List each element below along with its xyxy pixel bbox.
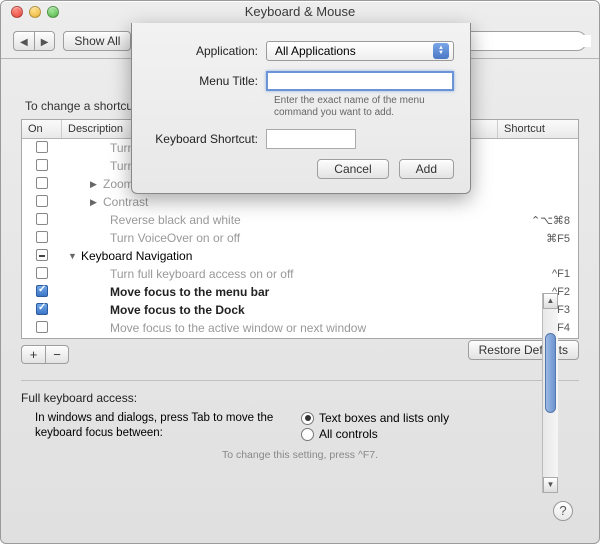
row-shortcut: ^F1 — [498, 268, 578, 280]
table-row[interactable]: Move focus to the active window or next … — [22, 319, 578, 335]
row-label: Reverse black and white — [110, 213, 241, 227]
nav-back-forward: ◀ ▶ — [13, 31, 55, 51]
fka-hint: To change this setting, press ^F7. — [21, 449, 579, 461]
traffic-lights — [11, 6, 59, 18]
table-row[interactable]: Turn full keyboard access on or off ^F1 — [22, 265, 578, 283]
forward-button[interactable]: ▶ — [34, 31, 56, 51]
help-button[interactable]: ? — [553, 501, 573, 521]
row-shortcut: ^F3 — [498, 304, 578, 316]
row-label: Move focus to the active window or next … — [110, 321, 366, 335]
row-label: Contrast — [103, 195, 148, 209]
table-row[interactable]: Move focus to the menu bar ^F2 — [22, 283, 578, 301]
table-row[interactable]: ▼Keyboard Navigation — [22, 247, 578, 265]
checkbox[interactable] — [36, 285, 48, 297]
search-field[interactable] — [457, 31, 587, 51]
checkbox[interactable] — [36, 231, 48, 243]
col-on[interactable]: On — [22, 120, 62, 138]
prefs-window: Keyboard & Mouse ◀ ▶ Show All To change … — [0, 0, 600, 544]
restore-defaults-button[interactable]: Restore Defaults — [468, 340, 579, 360]
add-button[interactable]: Add — [399, 159, 454, 179]
table-row[interactable]: Reverse black and white ⌃⌥⌘8 — [22, 211, 578, 229]
menu-title-label: Menu Title: — [148, 74, 266, 88]
titlebar: Keyboard & Mouse — [1, 1, 599, 23]
checkbox[interactable] — [36, 141, 48, 153]
row-label: Zoom — [103, 177, 134, 191]
application-popup[interactable]: All Applications ▲▼ — [266, 41, 454, 61]
radio-icon — [301, 428, 314, 441]
radio-label: Text boxes and lists only — [319, 411, 449, 425]
search-input[interactable] — [468, 35, 591, 47]
minimize-icon[interactable] — [29, 6, 41, 18]
row-label: Turn VoiceOver on or off — [110, 231, 240, 245]
close-icon[interactable] — [11, 6, 23, 18]
menu-title-hint: Enter the exact name of the menu command… — [274, 95, 454, 119]
checkbox[interactable] — [36, 321, 48, 333]
radio-label: All controls — [319, 427, 378, 441]
disclosure-icon[interactable]: ▶ — [90, 197, 100, 208]
row-shortcut: ⌃⌥⌘8 — [498, 214, 578, 227]
window-title: Keyboard & Mouse — [245, 4, 356, 19]
row-label: Move focus to the Dock — [110, 303, 245, 317]
scroll-up-icon[interactable]: ▲ — [543, 293, 558, 309]
table-row[interactable]: Move focus to the Dock ^F3 — [22, 301, 578, 319]
back-button[interactable]: ◀ — [13, 31, 34, 51]
add-shortcut-sheet: Application: All Applications ▲▼ Menu Ti… — [131, 23, 471, 194]
table-row[interactable]: Turn VoiceOver on or off ⌘F5 — [22, 229, 578, 247]
remove-button[interactable]: − — [45, 345, 69, 364]
checkbox[interactable] — [36, 303, 48, 315]
application-value: All Applications — [275, 44, 356, 58]
row-label: Move focus to the menu bar — [110, 285, 269, 299]
add-button[interactable]: + — [21, 345, 45, 364]
cancel-button[interactable]: Cancel — [317, 159, 388, 179]
checkbox[interactable] — [36, 213, 48, 225]
checkbox[interactable] — [36, 159, 48, 171]
row-shortcut: ^F4 — [498, 322, 578, 334]
chevron-right-icon: ▶ — [41, 37, 49, 48]
chevron-left-icon: ◀ — [20, 37, 28, 48]
disclosure-icon[interactable]: ▼ — [68, 251, 78, 261]
shortcut-label: Keyboard Shortcut: — [148, 132, 266, 146]
checkbox[interactable] — [36, 195, 48, 207]
scrollbar[interactable]: ▲ ▼ — [542, 293, 558, 493]
disclosure-icon[interactable]: ▶ — [90, 179, 100, 190]
checkbox[interactable] — [36, 249, 48, 261]
updown-icon: ▲▼ — [433, 43, 449, 59]
fka-heading: Full keyboard access: — [21, 391, 579, 405]
table-row[interactable]: ▶Contrast — [22, 193, 578, 211]
scroll-thumb[interactable] — [545, 333, 556, 413]
divider — [21, 380, 579, 381]
checkbox[interactable] — [36, 177, 48, 189]
fka-label: In windows and dialogs, press Tab to mov… — [21, 411, 281, 441]
row-label: Turn full keyboard access on or off — [110, 267, 293, 281]
row-shortcut: ⌘F5 — [498, 232, 578, 245]
menu-title-input[interactable] — [266, 71, 454, 91]
checkbox[interactable] — [36, 267, 48, 279]
radio-textboxes[interactable]: Text boxes and lists only — [301, 411, 449, 425]
shortcut-input[interactable] — [266, 129, 356, 149]
col-shortcut[interactable]: Shortcut — [498, 120, 578, 138]
scroll-down-icon[interactable]: ▼ — [543, 477, 558, 493]
fka-radios: Text boxes and lists only All controls — [301, 411, 449, 443]
radio-allcontrols[interactable]: All controls — [301, 427, 449, 441]
row-label: Keyboard Navigation — [81, 249, 192, 263]
fka-row: In windows and dialogs, press Tab to mov… — [21, 411, 579, 443]
show-all-button[interactable]: Show All — [63, 31, 131, 51]
row-shortcut: ^F2 — [498, 286, 578, 298]
zoom-icon[interactable] — [47, 6, 59, 18]
radio-icon — [301, 412, 314, 425]
application-label: Application: — [148, 44, 266, 58]
